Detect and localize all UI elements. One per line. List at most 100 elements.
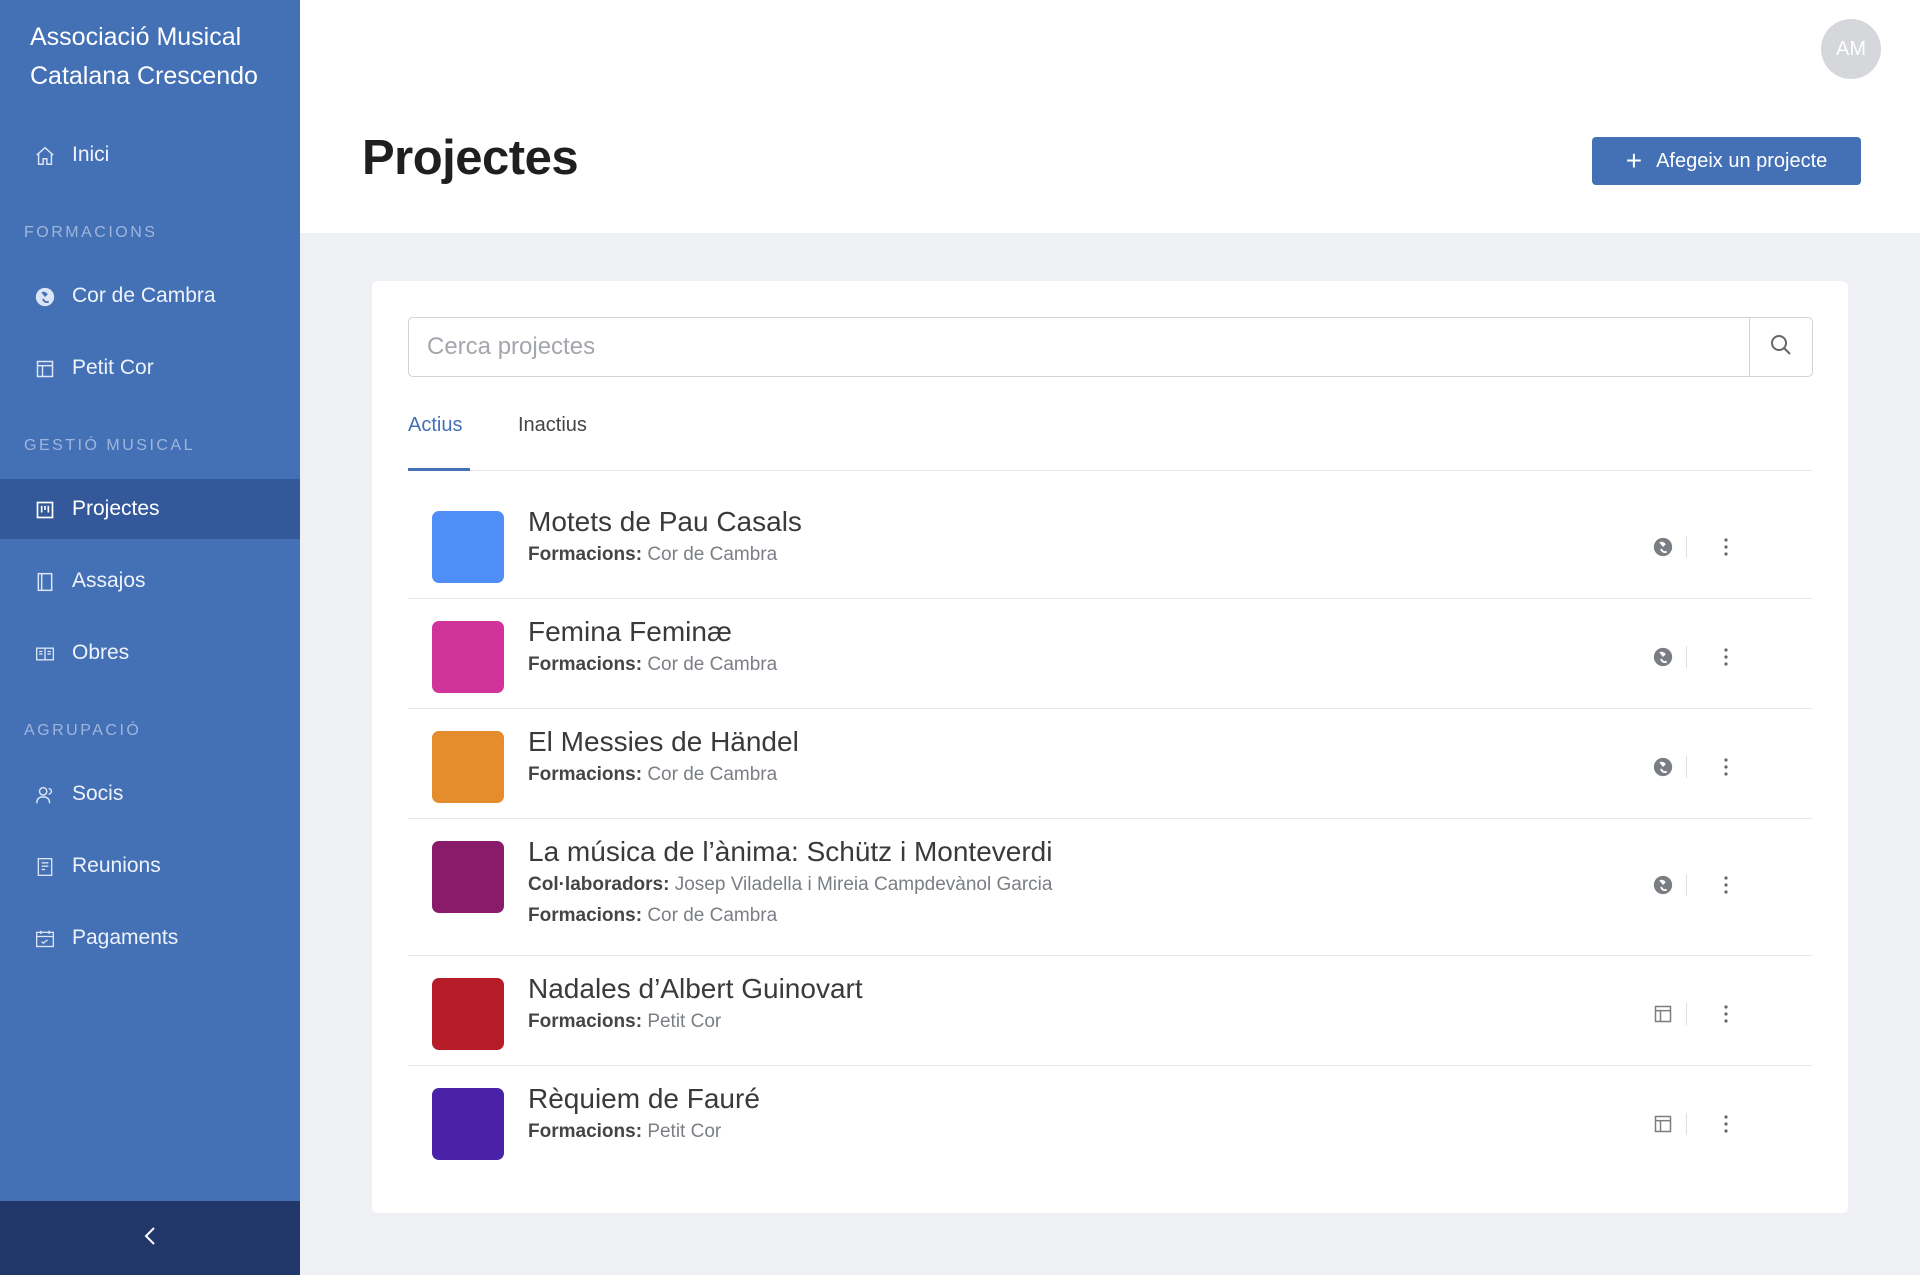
project-collaborators: Col·laboradors: Josep Viladella i Mireia… [528, 869, 1052, 900]
document-icon [34, 856, 56, 878]
avatar[interactable]: AM [1821, 19, 1881, 79]
meta-key: Formacions: [528, 1011, 643, 1032]
sidebar-item-label: Cor de Cambra [72, 284, 216, 307]
sidebar-item-socis[interactable]: Socis [0, 764, 300, 824]
choir-icon [1648, 752, 1678, 782]
search-icon [1769, 333, 1793, 362]
brand-name[interactable]: Associació Musical Catalana Crescendo [30, 18, 290, 96]
sidebar-item-label: Reunions [72, 854, 161, 877]
sidebar-item-label: Pagaments [72, 926, 179, 949]
sidebar-item-cor-de-cambra[interactable]: Cor de Cambra [0, 266, 300, 326]
sidebar-item-label: Socis [72, 782, 124, 805]
project-title[interactable]: Motets de Pau Casals [528, 505, 802, 539]
section-label-gestio-musical: GESTIÓ MUSICAL [24, 437, 196, 454]
meta-value: Cor de Cambra [647, 654, 778, 675]
choir-icon [1648, 532, 1678, 562]
tabs: Actius Inactius [408, 414, 1812, 471]
layout-icon [1648, 999, 1678, 1029]
sidebar-item-pagaments[interactable]: Pagaments [0, 908, 300, 968]
divider [1686, 756, 1687, 778]
section-label-formacions: FORMACIONS [24, 224, 158, 241]
board-icon [34, 499, 56, 521]
add-project-button[interactable]: + Afegeix un projecte [1592, 137, 1861, 185]
project-color-swatch [432, 621, 504, 693]
meta-key: Col·laboradors: [528, 874, 670, 895]
search-input[interactable] [409, 318, 1749, 376]
project-formacions: Formacions: Cor de Cambra [528, 759, 799, 790]
project-formacions: Formacions: Cor de Cambra [528, 539, 802, 570]
collapse-sidebar-button[interactable] [0, 1201, 300, 1275]
sidebar-item-petit-cor[interactable]: Petit Cor [0, 338, 300, 398]
meta-value: Cor de Cambra [647, 544, 778, 565]
notebook-icon [34, 571, 56, 593]
meta-value: Petit Cor [647, 1121, 722, 1142]
meta-value: Petit Cor [647, 1011, 722, 1032]
sidebar-item-projectes[interactable]: Projectes [0, 479, 300, 539]
sidebar-item-label: Inici [72, 143, 110, 166]
project-title[interactable]: La música de l’ànima: Schütz i Monteverd… [528, 835, 1052, 869]
layout-icon [1648, 1109, 1678, 1139]
choir-icon [1648, 870, 1678, 900]
project-row[interactable]: Nadales d’Albert Guinovart Formacions: P… [408, 956, 1812, 1066]
divider [1686, 1003, 1687, 1025]
sidebar-item-obres[interactable]: Obres [0, 623, 300, 683]
users-icon [34, 784, 56, 806]
meta-key: Formacions: [528, 764, 643, 785]
chevron-left-icon [143, 1225, 157, 1252]
sidebar-item-label: Assajos [72, 569, 146, 592]
project-color-swatch [432, 841, 504, 913]
kebab-icon[interactable] [1711, 752, 1741, 782]
search-bar [408, 317, 1813, 377]
tab-inactius[interactable]: Inactius [518, 414, 587, 470]
sidebar-item-label: Obres [72, 641, 130, 664]
project-formacions: Formacions: Petit Cor [528, 1006, 863, 1037]
project-row[interactable]: Motets de Pau Casals Formacions: Cor de … [408, 489, 1812, 599]
kebab-icon[interactable] [1711, 870, 1741, 900]
sidebar-item-label: Petit Cor [72, 356, 154, 379]
add-project-label: Afegeix un projecte [1656, 149, 1828, 172]
project-color-swatch [432, 731, 504, 803]
divider [1686, 536, 1687, 558]
kebab-icon[interactable] [1711, 1109, 1741, 1139]
project-row[interactable]: Femina Feminæ Formacions: Cor de Cambra [408, 599, 1812, 709]
meta-key: Formacions: [528, 1121, 643, 1142]
project-title[interactable]: Femina Feminæ [528, 615, 777, 649]
project-title[interactable]: Rèquiem de Fauré [528, 1082, 760, 1116]
project-formacions: Formacions: Petit Cor [528, 1116, 760, 1147]
sidebar-item-inici[interactable]: Inici [0, 125, 300, 185]
calendar-check-icon [34, 928, 56, 950]
project-formacions: Formacions: Cor de Cambra [528, 900, 1052, 931]
meta-key: Formacions: [528, 544, 643, 565]
divider [1686, 874, 1687, 896]
meta-value: Josep Viladella i Mireia Campdevànol Gar… [674, 874, 1053, 895]
kebab-icon[interactable] [1711, 642, 1741, 672]
plus-icon: + [1625, 145, 1643, 176]
project-row[interactable]: Rèquiem de Fauré Formacions: Petit Cor [408, 1066, 1812, 1175]
project-color-swatch [432, 978, 504, 1050]
project-row[interactable]: La música de l’ànima: Schütz i Monteverd… [408, 819, 1812, 956]
meta-key: Formacions: [528, 905, 643, 926]
sidebar-item-reunions[interactable]: Reunions [0, 836, 300, 896]
sidebar: Associació Musical Catalana Crescendo In… [0, 0, 300, 1275]
home-icon [34, 145, 56, 167]
meta-value: Cor de Cambra [647, 905, 778, 926]
project-title[interactable]: El Messies de Händel [528, 725, 799, 759]
book-open-icon [34, 643, 56, 665]
kebab-icon[interactable] [1711, 532, 1741, 562]
project-color-swatch [432, 511, 504, 583]
divider [1686, 646, 1687, 668]
sidebar-item-assajos[interactable]: Assajos [0, 551, 300, 611]
project-title[interactable]: Nadales d’Albert Guinovart [528, 972, 863, 1006]
choir-icon [1648, 642, 1678, 672]
meta-value: Cor de Cambra [647, 764, 778, 785]
layout-icon [34, 358, 56, 380]
page-header: AM Projectes + Afegeix un projecte [300, 0, 1920, 233]
kebab-icon[interactable] [1711, 999, 1741, 1029]
search-button[interactable] [1749, 318, 1812, 376]
project-formacions: Formacions: Cor de Cambra [528, 649, 777, 680]
page-title: Projectes [362, 131, 579, 185]
project-row[interactable]: El Messies de Händel Formacions: Cor de … [408, 709, 1812, 819]
tab-actius[interactable]: Actius [408, 414, 470, 471]
divider [1686, 1113, 1687, 1135]
section-label-agrupacio: AGRUPACIÓ [24, 722, 142, 739]
